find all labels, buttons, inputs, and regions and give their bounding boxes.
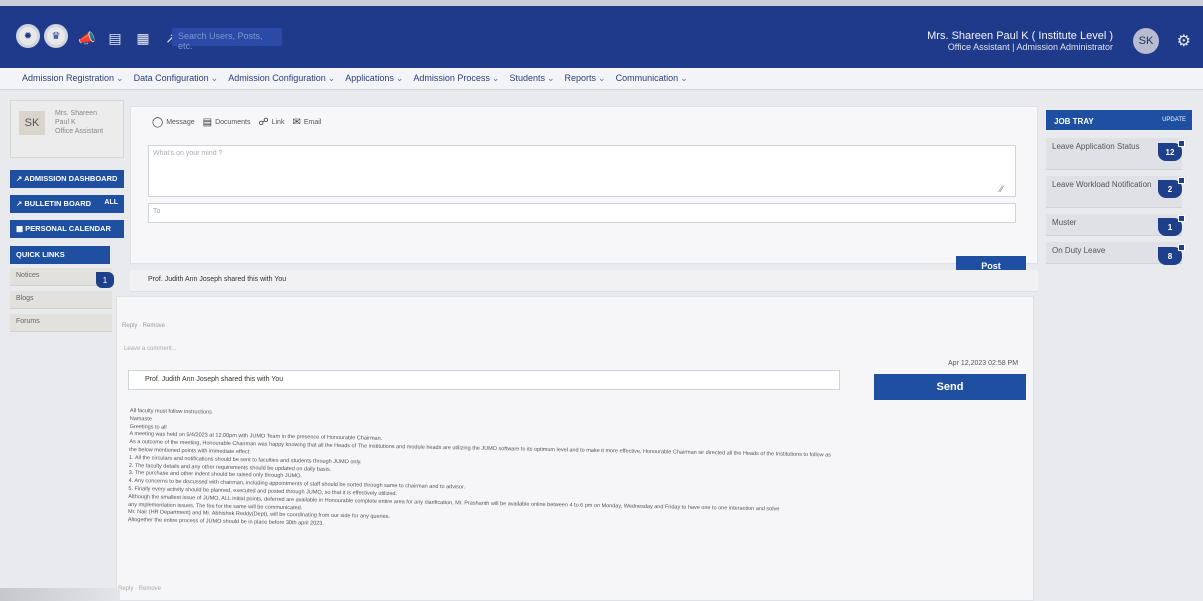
job-tray-item-label: Leave Application Status bbox=[1052, 142, 1140, 151]
notes-icon[interactable]: ▦ bbox=[134, 30, 152, 46]
user-info: Mrs. Shareen Paul K ( Institute Level ) … bbox=[927, 30, 1113, 52]
menu-applications[interactable]: Applications ⌄ bbox=[345, 73, 403, 84]
post-body: All faculty must follow instructions Nam… bbox=[128, 408, 1030, 542]
job-tray-count-badge: 8 bbox=[1158, 244, 1185, 265]
nav-personal-calendar[interactable]: ▦ PERSONAL CALENDAR bbox=[10, 220, 124, 238]
chevron-down-icon: ⌄ bbox=[491, 73, 500, 83]
logo-group: ✹ ♛ bbox=[16, 24, 68, 48]
chevron-down-icon: ⌄ bbox=[546, 73, 555, 83]
nav-label: ADMISSION DASHBOARD bbox=[24, 174, 118, 183]
tab-label: Message bbox=[166, 119, 195, 126]
menu-communication[interactable]: Communication ⌄ bbox=[616, 73, 688, 84]
menu-admission-configuration[interactable]: Admission Configuration ⌄ bbox=[228, 73, 335, 84]
gear-icon[interactable]: ⚙ bbox=[1177, 31, 1191, 51]
user-role: Office Assistant | Admission Administrat… bbox=[947, 42, 1113, 52]
profile-avatar: SK bbox=[19, 111, 45, 135]
institution-logo: ♛ bbox=[44, 24, 68, 48]
profile-card[interactable]: SK Mrs. Shareen Paul K Office Assistant bbox=[10, 100, 124, 158]
menu-label: Admission Configuration bbox=[228, 73, 326, 83]
chevron-down-icon: ⌄ bbox=[395, 73, 404, 83]
post-recipient-input[interactable]: To bbox=[148, 203, 1016, 223]
megaphone-icon[interactable]: 📣 bbox=[78, 30, 96, 46]
nav-admission-dashboard[interactable]: ↗ ADMISSION DASHBOARD bbox=[10, 170, 124, 188]
nav-label: QUICK LINKS bbox=[16, 250, 65, 259]
tab-label: Documents bbox=[215, 119, 251, 126]
comment-prompt: Leave a comment... bbox=[124, 346, 177, 352]
tab-documents[interactable]: ▤ Documents bbox=[203, 117, 251, 128]
menu-reports[interactable]: Reports ⌄ bbox=[565, 73, 606, 84]
avatar[interactable]: SK bbox=[1133, 28, 1159, 54]
job-tray-title: JOB TRAY bbox=[1054, 117, 1094, 126]
job-tray-item-label: Leave Workload Notification bbox=[1052, 180, 1152, 189]
user-name: Mrs. Shareen Paul K ( Institute Level ) bbox=[927, 30, 1113, 42]
message-icon: ◯ bbox=[152, 117, 164, 128]
quick-link-label: Forums bbox=[16, 318, 40, 325]
post-timestamp: Apr 12,2023 02:58 PM bbox=[948, 360, 1019, 367]
nav-bulletin-board[interactable]: ↗ BULLETIN BOARD ALL bbox=[10, 195, 124, 213]
tab-email[interactable]: ✉ Email bbox=[292, 117, 321, 128]
menu-data-configuration[interactable]: Data Configuration ⌄ bbox=[134, 73, 219, 84]
menu-label: Communication bbox=[615, 73, 679, 83]
job-tray-item-label: On Duty Leave bbox=[1052, 246, 1106, 255]
send-button[interactable]: Send bbox=[874, 374, 1026, 400]
chevron-down-icon: ⌄ bbox=[680, 73, 688, 83]
emblem-logo: ✹ bbox=[16, 24, 40, 48]
tab-message[interactable]: ◯ Message bbox=[152, 117, 195, 128]
resize-handle-icon[interactable]: ∕∕ bbox=[1000, 184, 1003, 194]
main-menu: Admission Registration ⌄ Data Configurati… bbox=[0, 68, 1203, 90]
comment-input[interactable]: Prof. Judith Ann Joseph shared this with… bbox=[128, 370, 840, 390]
quick-link-blogs[interactable]: Blogs bbox=[10, 291, 112, 309]
post-footer-links[interactable]: Reply · Remove bbox=[118, 586, 161, 592]
window-strip bbox=[0, 0, 1203, 6]
menu-label: Admission Registration bbox=[22, 73, 115, 83]
nav-label: BULLETIN BOARD bbox=[24, 199, 92, 208]
profile-line: Paul K bbox=[55, 119, 76, 126]
profile-line: Office Assistant bbox=[55, 128, 104, 135]
search-input[interactable]: Search Users, Posts, etc. bbox=[172, 28, 282, 51]
quick-link-label: Blogs bbox=[16, 295, 34, 302]
nav-quick-links[interactable]: QUICK LINKS bbox=[10, 246, 110, 264]
profile-details: Mrs. Shareen Paul K Office Assistant bbox=[55, 109, 103, 136]
menu-label: Students bbox=[509, 73, 545, 83]
menu-label: Data Configuration bbox=[133, 73, 209, 83]
chevron-down-icon: ⌄ bbox=[116, 73, 124, 83]
email-icon: ✉ bbox=[292, 117, 301, 128]
menu-admission-process[interactable]: Admission Process ⌄ bbox=[413, 73, 499, 84]
link-icon: ☍ bbox=[258, 117, 269, 128]
tab-label: Email bbox=[303, 119, 322, 126]
chevron-down-icon: ⌄ bbox=[210, 73, 219, 83]
quick-link-forums[interactable]: Forums bbox=[10, 314, 112, 332]
job-tray-item-label: Muster bbox=[1052, 218, 1077, 227]
job-tray-update-button[interactable]: UPDATE bbox=[1162, 117, 1186, 123]
menu-admission-registration[interactable]: Admission Registration ⌄ bbox=[22, 73, 124, 84]
tab-label: Link bbox=[271, 119, 285, 126]
job-tray-count-badge: 12 bbox=[1158, 140, 1185, 161]
chevron-down-icon: ⌄ bbox=[598, 73, 606, 83]
job-tray-header: JOB TRAY UPDATE bbox=[1046, 110, 1192, 130]
post-type-tabs: ◯ Message ▤ Documents ☍ Link ✉ Email bbox=[152, 117, 321, 128]
screen-edge bbox=[0, 588, 120, 601]
menu-students[interactable]: Students ⌄ bbox=[509, 73, 554, 84]
feed-shared-line: Prof. Judith Ann Joseph shared this with… bbox=[130, 270, 1038, 292]
nav-badge: ALL bbox=[104, 199, 118, 206]
job-tray-count-badge: 1 bbox=[1158, 215, 1185, 236]
profile-line: Mrs. Shareen bbox=[55, 110, 98, 117]
quick-link-label: Notices bbox=[16, 272, 40, 279]
tab-link[interactable]: ☍ Link bbox=[258, 117, 284, 128]
job-tray-count-badge: 2 bbox=[1158, 177, 1185, 198]
menu-label: Applications bbox=[345, 73, 394, 83]
briefcase-icon[interactable]: ▤ bbox=[106, 30, 124, 46]
chevron-down-icon: ⌄ bbox=[327, 73, 336, 83]
menu-label: Reports bbox=[564, 73, 597, 83]
reply-remove-links[interactable]: Reply · Remove bbox=[122, 323, 165, 329]
nav-label: PERSONAL CALENDAR bbox=[25, 224, 111, 233]
header-icons: 📣 ▤ ▦ ↗ bbox=[78, 30, 180, 46]
menu-label: Admission Process bbox=[413, 73, 490, 83]
notices-count-badge: 1 bbox=[96, 272, 114, 288]
document-icon: ▤ bbox=[202, 117, 213, 128]
post-message-textarea[interactable]: What's on your mind ? bbox=[148, 145, 1016, 197]
